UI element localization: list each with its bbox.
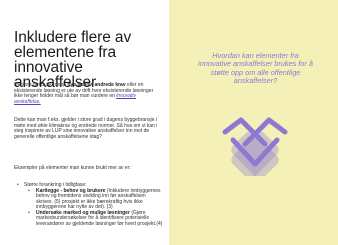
context-paragraph: Dette kan man f.eks. gjelder i store gra… [14,117,158,140]
slide-title: Inkludere flere av elementene fra innova… [14,29,132,91]
list-item: Kartlegge - behov og brukere (Inkludere … [14,188,164,211]
examples-list: Større forankring i tidligfase: Kartlegg… [14,182,164,228]
intro-paragraph: Dersom det dukker opp nye behov, andrede… [14,82,162,105]
question-text: Hvordan kan elementer fra innovative ans… [198,51,313,86]
slide: Inkludere flere av elementene fra innova… [0,0,338,245]
list-item: Undersøke marked og mulige løsninger (Gj… [14,210,164,228]
examples-intro: Eksempler på elementer man kunne brukt m… [14,165,131,171]
handshake-icon [222,117,288,176]
text-panel: Inkludere flere av elementene fra innova… [0,0,169,245]
